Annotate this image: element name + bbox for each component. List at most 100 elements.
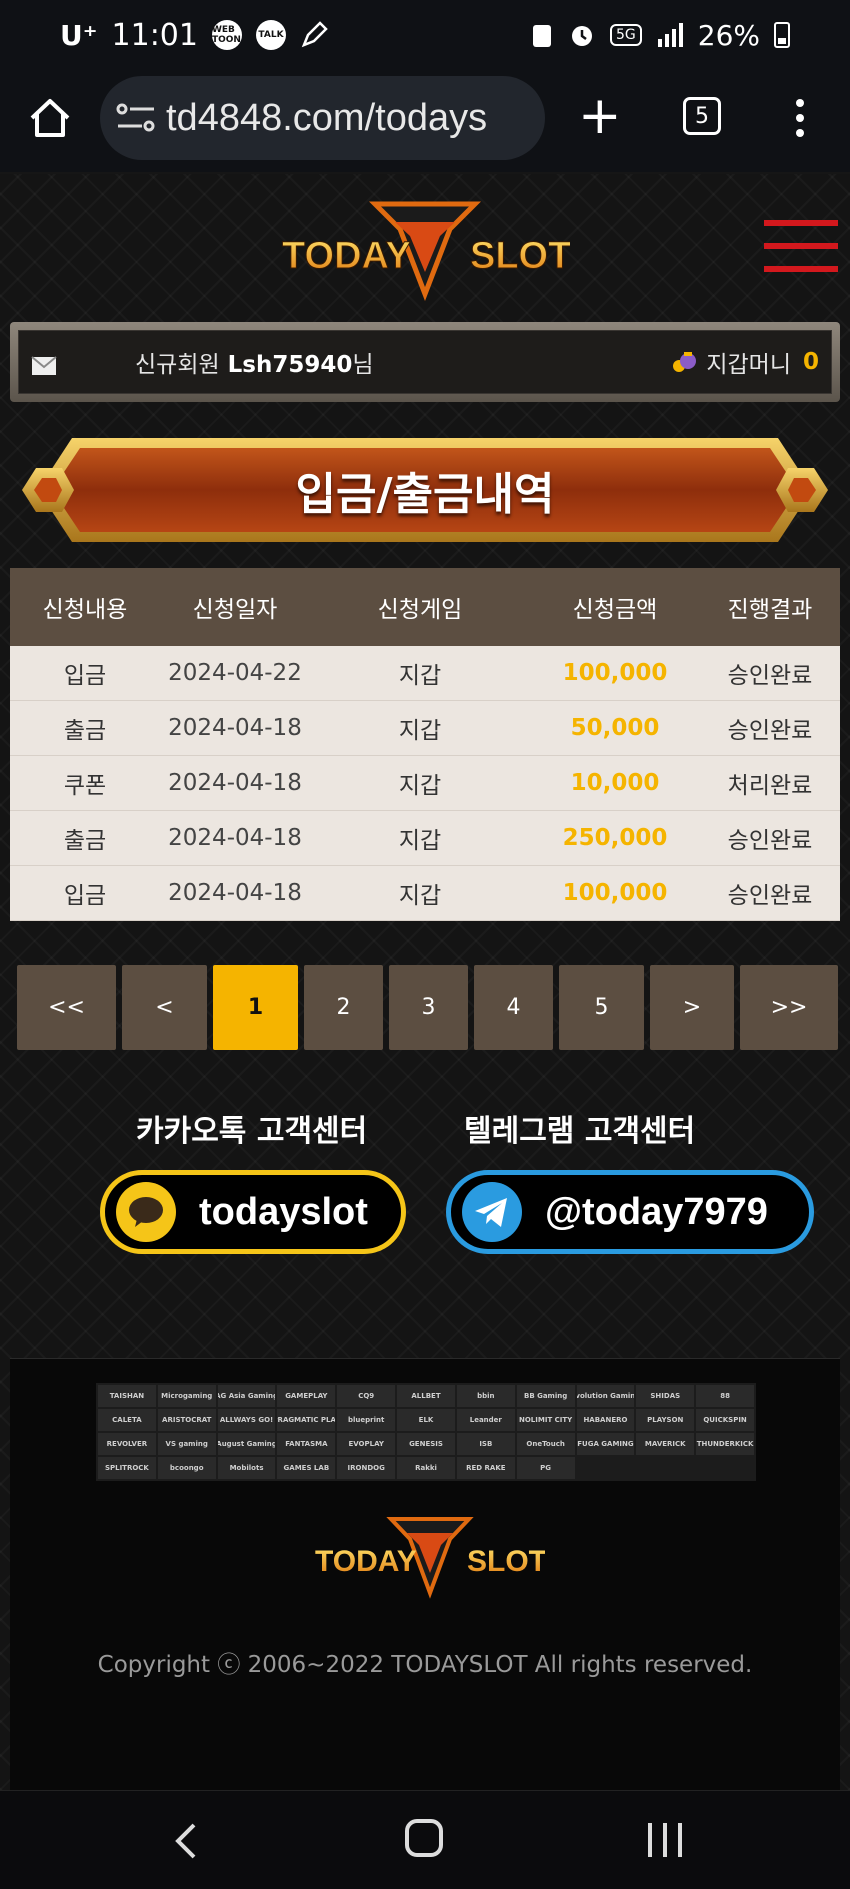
kakao-contact-button[interactable]: todayslot bbox=[100, 1170, 406, 1254]
wallet-label: 지갑머니 bbox=[706, 352, 791, 378]
partner-logo: August Gaming bbox=[217, 1433, 276, 1455]
mail-icon[interactable] bbox=[31, 356, 57, 376]
partner-logo: ALLBET bbox=[397, 1385, 455, 1407]
partner-logo: HABANERO bbox=[576, 1409, 635, 1431]
cell-type: 출금 bbox=[63, 828, 107, 854]
cell-type: 입금 bbox=[63, 663, 107, 689]
status-bar: U⁺ 11:01 WEB TOON TALK 5G 26% bbox=[0, 0, 850, 70]
cell-amount: 100,000 bbox=[562, 660, 668, 686]
page-last-button[interactable]: >> bbox=[740, 965, 838, 1050]
cell-type: 입금 bbox=[63, 883, 107, 909]
partner-logo: Mobilots bbox=[217, 1457, 276, 1479]
page-next-button[interactable]: > bbox=[650, 965, 734, 1050]
footer-logo: TODAY SLOT bbox=[315, 1517, 545, 1599]
kakaotalk-icon: TALK bbox=[255, 20, 286, 50]
cell-status: 승인완료 bbox=[727, 883, 813, 909]
partner-logo: PLAYSON bbox=[636, 1409, 695, 1431]
back-icon[interactable] bbox=[174, 1821, 198, 1861]
partner-logo: Leander bbox=[456, 1409, 515, 1431]
more-options-icon[interactable] bbox=[794, 98, 806, 138]
partner-logo: REVOLVER bbox=[98, 1433, 156, 1455]
webtoon-icon: WEB TOON bbox=[211, 20, 242, 50]
partner-logo: 88 bbox=[696, 1385, 754, 1407]
cell-amount: 100,000 bbox=[562, 880, 668, 906]
telegram-contact-button[interactable]: @today7979 bbox=[446, 1170, 814, 1254]
carrier-label: U⁺ bbox=[60, 18, 98, 52]
table-row: 입금 2024-04-22 지갑 100,000 승인완료 bbox=[10, 646, 840, 701]
cell-date: 2024-04-22 bbox=[168, 660, 302, 686]
partner-logo: bbin bbox=[456, 1385, 515, 1407]
col-header-type: 신청내용 bbox=[42, 597, 128, 623]
cell-status: 승인완료 bbox=[727, 828, 813, 854]
page-title: 입금/출금내역 bbox=[295, 469, 555, 520]
table-row: 출금 2024-04-18 지갑 50,000 승인완료 bbox=[10, 701, 840, 756]
home-nav-icon[interactable] bbox=[405, 1819, 443, 1857]
partner-logo: FANTASMA bbox=[277, 1433, 336, 1455]
address-bar[interactable]: td4848.com/todays bbox=[100, 76, 545, 160]
partner-logo: AG Asia Gaming bbox=[217, 1385, 276, 1407]
partner-logo: ELK bbox=[397, 1409, 455, 1431]
page-prev-button[interactable]: < bbox=[122, 965, 207, 1050]
cell-date: 2024-04-18 bbox=[168, 825, 302, 851]
cell-amount: 50,000 bbox=[570, 715, 660, 741]
clock: 11:01 bbox=[111, 17, 198, 53]
page-button-3[interactable]: 3 bbox=[389, 965, 468, 1050]
partner-logo: MAVERICK bbox=[636, 1433, 695, 1455]
page-first-button[interactable]: << bbox=[17, 965, 116, 1050]
page-button-4[interactable]: 4 bbox=[474, 965, 553, 1050]
home-icon[interactable] bbox=[28, 96, 72, 140]
page-button-5[interactable]: 5 bbox=[559, 965, 644, 1050]
cell-type: 쿠폰 bbox=[63, 773, 107, 799]
partner-logo: RED RAKE bbox=[456, 1457, 515, 1479]
partner-logo: SHIDAS bbox=[636, 1385, 695, 1407]
partner-logo: GENESIS bbox=[397, 1433, 455, 1455]
cell-amount: 10,000 bbox=[570, 770, 660, 796]
partner-logo: BB Gaming bbox=[516, 1385, 575, 1407]
member-suffix: 님 bbox=[352, 352, 374, 378]
transaction-table: 신청내용 신청일자 신청게임 신청금액 진행결과 입금 2024-04-22 지… bbox=[10, 568, 840, 921]
partner-logo: EVOPLAY bbox=[337, 1433, 396, 1455]
pencil-icon bbox=[301, 21, 328, 48]
col-header-amount: 신청금액 bbox=[572, 597, 658, 623]
battery-icon bbox=[774, 22, 790, 48]
page-button-1[interactable]: 1 bbox=[213, 965, 298, 1050]
partner-logo: CQ9 bbox=[337, 1385, 396, 1407]
page-content: TODAY SLOT 신규회원 Lsh75940님 지갑머니 0 입금/출금내역… bbox=[0, 174, 850, 1790]
cell-status: 승인완료 bbox=[727, 718, 813, 744]
cell-game: 지갑 bbox=[398, 663, 442, 689]
new-tab-button[interactable]: + bbox=[578, 90, 622, 142]
data-saver-icon bbox=[533, 25, 551, 47]
table-header: 신청내용 신청일자 신청게임 신청금액 진행결과 bbox=[10, 568, 840, 646]
partner-logo: ALLWAYS GO! bbox=[217, 1409, 276, 1431]
cell-date: 2024-04-18 bbox=[168, 880, 302, 906]
table-row: 쿠폰 2024-04-18 지갑 10,000 처리완료 bbox=[10, 756, 840, 811]
battery-percent: 26% bbox=[697, 18, 760, 52]
partner-logos: TAISHAN Microgaming AG Asia Gaming GAMEP… bbox=[96, 1383, 756, 1481]
partner-logo: THUNDERKICK bbox=[696, 1433, 754, 1455]
partner-logo: FUGA GAMING bbox=[576, 1433, 635, 1455]
page-button-2[interactable]: 2 bbox=[304, 965, 383, 1050]
signal-icon bbox=[657, 23, 683, 47]
telegram-cs-title: 텔레그램 고객센터 bbox=[464, 1114, 696, 1149]
alarm-icon bbox=[572, 26, 592, 46]
partner-logo: ISB bbox=[456, 1433, 515, 1455]
partner-logo: CALETA bbox=[98, 1409, 156, 1431]
cell-game: 지갑 bbox=[398, 718, 442, 744]
partner-logo: TAISHAN bbox=[98, 1385, 156, 1407]
cell-game: 지갑 bbox=[398, 828, 442, 854]
site-settings-icon[interactable] bbox=[116, 101, 156, 135]
logo-text-left: TODAY bbox=[282, 235, 411, 277]
member-grade: 신규회원 bbox=[135, 352, 220, 378]
partner-logo: blueprint bbox=[337, 1409, 396, 1431]
table-row: 입금 2024-04-18 지갑 100,000 승인완료 bbox=[10, 866, 840, 921]
site-logo[interactable]: TODAY SLOT bbox=[280, 194, 570, 304]
hamburger-menu-icon[interactable] bbox=[764, 220, 838, 278]
telegram-id: @today7979 bbox=[545, 1190, 768, 1233]
cell-date: 2024-04-18 bbox=[168, 770, 302, 796]
tab-switcher-button[interactable]: 5 bbox=[683, 97, 721, 135]
footer-logo-text-left: TODAY bbox=[315, 1545, 417, 1578]
pagination: << < 1 2 3 4 5 > >> bbox=[17, 965, 838, 1050]
member-username: Lsh75940 bbox=[227, 352, 353, 378]
wallet-amount: 0 bbox=[802, 349, 819, 375]
recent-apps-icon[interactable] bbox=[648, 1823, 682, 1857]
